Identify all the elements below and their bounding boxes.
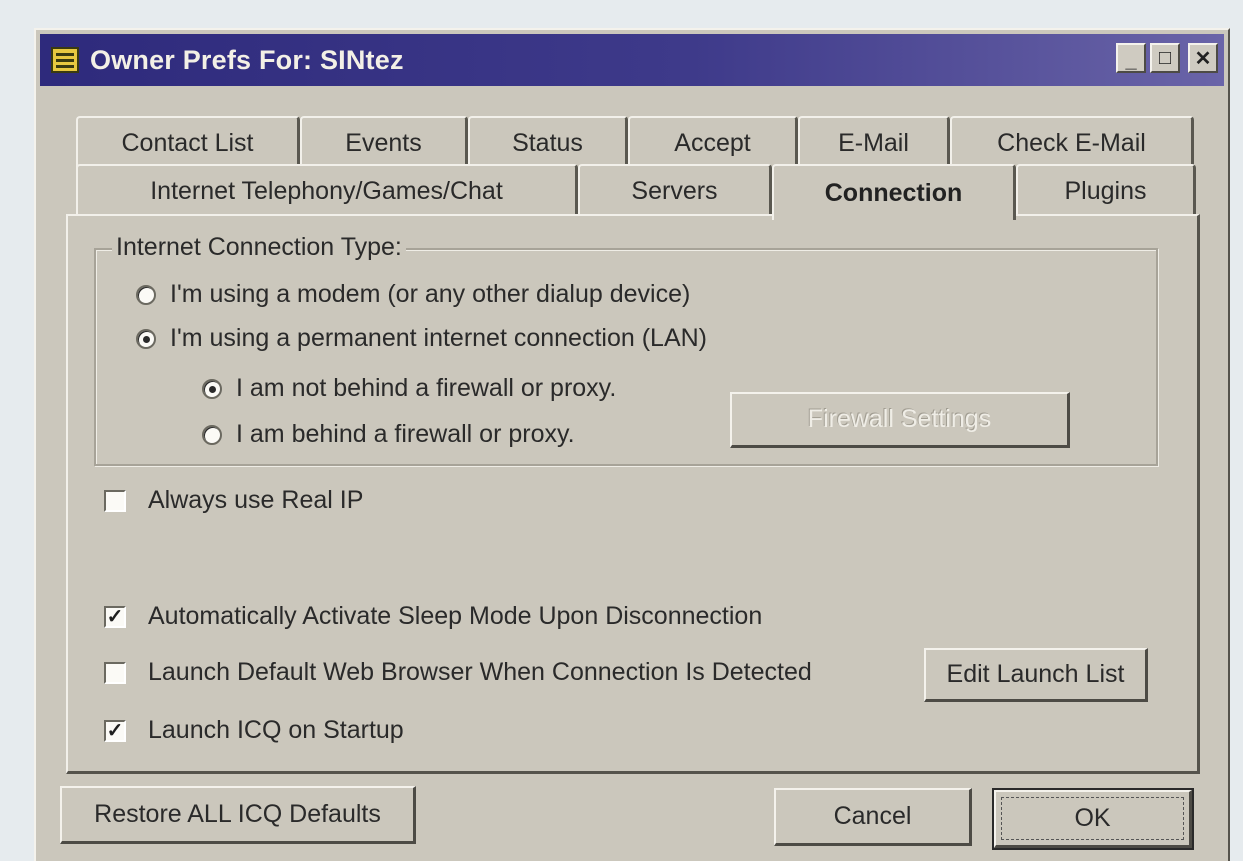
tab-internet-telephony[interactable]: Internet Telephony/Games/Chat xyxy=(76,164,578,216)
close-button[interactable]: ✕ xyxy=(1188,43,1218,73)
tab-check-email[interactable]: Check E-Mail xyxy=(950,116,1194,168)
sleep-mode-checkbox[interactable]: ✓ xyxy=(104,605,126,628)
edit-launch-list-button[interactable]: Edit Launch List xyxy=(924,648,1148,702)
tab-label: Internet Telephony/Games/Chat xyxy=(150,176,503,205)
tab-label: Contact List xyxy=(121,128,254,157)
firewall-settings-button[interactable]: Firewall Settings xyxy=(730,392,1070,448)
sleep-mode-option[interactable]: ✓ Automatically Activate Sleep Mode Upon… xyxy=(104,602,762,631)
tab-label: Check E-Mail xyxy=(997,128,1146,157)
radio-modem-label: I'm using a modem (or any other dialup d… xyxy=(170,280,691,308)
launch-icq-label: Launch ICQ on Startup xyxy=(148,716,404,744)
tab-label: Accept xyxy=(674,128,751,157)
maximize-icon: □ xyxy=(1158,46,1172,69)
radio-lan-label: I'm using a permanent internet connectio… xyxy=(170,324,707,352)
radio-no-firewall[interactable] xyxy=(202,378,222,399)
sleep-mode-label: Automatically Activate Sleep Mode Upon D… xyxy=(148,602,763,630)
app-icon xyxy=(51,47,79,73)
launch-browser-checkbox[interactable] xyxy=(104,661,126,684)
launch-icq-option[interactable]: ✓ Launch ICQ on Startup xyxy=(104,716,404,745)
tab-label: Events xyxy=(345,128,422,157)
tab-email[interactable]: E-Mail xyxy=(798,116,950,168)
tab-servers[interactable]: Servers xyxy=(578,164,772,216)
title-buttons: _ □ ✕ xyxy=(1116,43,1218,73)
cancel-button[interactable]: Cancel xyxy=(774,788,972,846)
tab-status[interactable]: Status xyxy=(468,116,628,168)
tab-label: Connection xyxy=(824,178,963,207)
maximize-button[interactable]: □ xyxy=(1150,43,1180,73)
tab-label: Servers xyxy=(631,176,718,205)
radio-lan[interactable] xyxy=(136,328,156,349)
radio-lan-option[interactable]: I'm using a permanent internet connectio… xyxy=(136,324,707,353)
tab-label: E-Mail xyxy=(838,128,909,157)
connection-type-label: Internet Connection Type: xyxy=(112,233,406,262)
launch-browser-label: Launch Default Web Browser When Connecti… xyxy=(148,658,812,686)
tab-contact-list[interactable]: Contact List xyxy=(76,116,300,168)
real-ip-label: Always use Real IP xyxy=(148,486,364,514)
minimize-button[interactable]: _ xyxy=(1116,43,1146,73)
close-icon: ✕ xyxy=(1194,47,1212,70)
radio-firewall-label: I am behind a firewall or proxy. xyxy=(236,420,575,448)
launch-icq-checkbox[interactable]: ✓ xyxy=(104,719,126,742)
tab-events[interactable]: Events xyxy=(300,116,468,168)
launch-browser-option[interactable]: Launch Default Web Browser When Connecti… xyxy=(104,658,812,687)
radio-modem-option[interactable]: I'm using a modem (or any other dialup d… xyxy=(136,280,690,309)
tab-label: Plugins xyxy=(1064,176,1147,205)
radio-no-firewall-option[interactable]: I am not behind a firewall or proxy. xyxy=(202,374,616,403)
real-ip-option[interactable]: Always use Real IP xyxy=(104,486,363,515)
restore-defaults-button[interactable]: Restore ALL ICQ Defaults xyxy=(60,786,416,844)
focus-rect xyxy=(1001,797,1184,840)
minimize-icon: _ xyxy=(1125,49,1137,72)
radio-firewall-option[interactable]: I am behind a firewall or proxy. xyxy=(202,420,575,449)
tab-plugins[interactable]: Plugins xyxy=(1016,164,1196,216)
radio-modem[interactable] xyxy=(136,284,156,305)
window-title: Owner Prefs For: SINtez xyxy=(90,44,404,75)
tab-label: Status xyxy=(512,128,583,157)
title-bar[interactable]: Owner Prefs For: SINtez _ □ ✕ xyxy=(40,34,1224,86)
radio-firewall[interactable] xyxy=(202,424,222,445)
ok-button[interactable]: OK xyxy=(992,788,1194,850)
tab-connection[interactable]: Connection xyxy=(772,164,1016,220)
real-ip-checkbox[interactable] xyxy=(104,489,126,512)
tab-accept[interactable]: Accept xyxy=(628,116,798,168)
radio-no-firewall-label: I am not behind a firewall or proxy. xyxy=(236,374,617,402)
